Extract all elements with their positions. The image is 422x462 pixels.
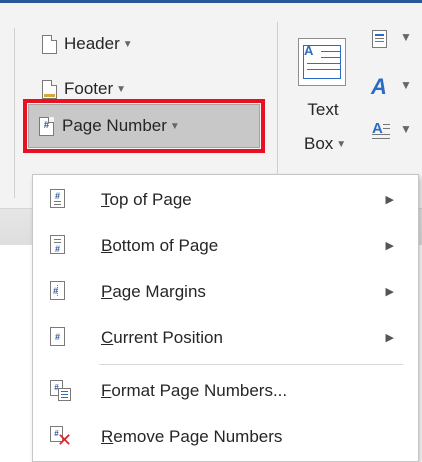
- remove-page-numbers-icon: # ✕: [50, 426, 72, 449]
- menu-item-label: Bottom of Page: [101, 236, 219, 255]
- menu-item-label: Remove Page Numbers: [101, 427, 283, 446]
- menu-item-top-of-page[interactable]: # Top of Page ▶: [33, 177, 418, 223]
- format-page-numbers-icon: #: [50, 380, 72, 402]
- annotation-highlight-box: [23, 99, 265, 153]
- menu-item-label: Format Page Numbers...: [101, 381, 288, 400]
- wordart-icon[interactable]: A: [371, 74, 387, 100]
- header-label: Header: [64, 34, 120, 53]
- footer-label: Footer: [64, 79, 114, 98]
- chevron-down-icon: ▼: [116, 83, 127, 95]
- group-separator-left: [14, 28, 15, 198]
- group-separator: [277, 22, 278, 192]
- header-icon: [42, 34, 57, 54]
- page-margins-icon: #: [50, 281, 65, 300]
- chevron-down-icon: ▼: [400, 122, 412, 136]
- chevron-down-icon: ▼: [336, 138, 347, 150]
- header-button[interactable]: Header ▼: [42, 31, 133, 57]
- menu-item-format-page-numbers[interactable]: # Format Page Numbers...: [33, 368, 418, 414]
- submenu-arrow-icon: ▶: [385, 286, 394, 298]
- page-number-menu: # Top of Page ▶ # Bottom of Page ▶ # Pag…: [32, 174, 419, 462]
- submenu-arrow-icon: ▶: [385, 332, 394, 344]
- chevron-down-icon: ▼: [400, 78, 412, 92]
- text-box-dropdown[interactable]: Box ▼: [304, 132, 346, 156]
- submenu-arrow-icon: ▶: [385, 194, 394, 206]
- submenu-arrow-icon: ▶: [385, 240, 394, 252]
- menu-item-page-margins[interactable]: # Page Margins ▶: [33, 269, 418, 315]
- footer-icon: [42, 79, 57, 99]
- current-position-icon: #: [50, 327, 65, 346]
- text-box-label[interactable]: Text: [299, 100, 347, 120]
- top-of-page-icon: #: [50, 189, 65, 208]
- text-box-icon[interactable]: A: [298, 38, 346, 86]
- bottom-of-page-icon: #: [50, 235, 65, 254]
- menu-item-bottom-of-page[interactable]: # Bottom of Page ▶: [33, 223, 418, 269]
- chevron-down-icon: ▼: [122, 38, 133, 50]
- chevron-down-icon: ▼: [400, 30, 412, 44]
- menu-item-label: Page Margins: [101, 282, 206, 301]
- menu-item-label: Top of Page: [101, 190, 192, 209]
- menu-item-remove-page-numbers[interactable]: # ✕ Remove Page Numbers: [33, 414, 418, 460]
- menu-item-label: Current Position: [101, 328, 223, 347]
- menu-separator: [99, 364, 403, 365]
- drop-cap-icon[interactable]: A: [372, 120, 390, 142]
- quick-parts-icon[interactable]: [372, 30, 387, 48]
- menu-item-current-position[interactable]: # Current Position ▶: [33, 315, 418, 361]
